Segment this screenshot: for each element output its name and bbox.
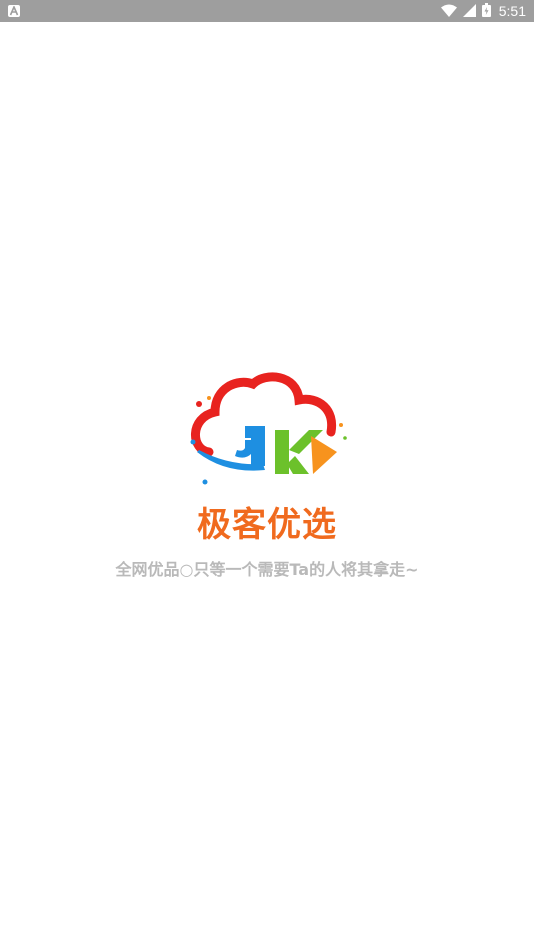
app-logo <box>185 370 350 485</box>
brand-name: 极客优选 <box>197 505 337 545</box>
splash-screen: 极客优选 全网优品○只等一个需要Ta的人将其拿走~ <box>0 0 534 950</box>
slogan-text: 全网优品○只等一个需要Ta的人将其拿走~ <box>115 560 419 579</box>
